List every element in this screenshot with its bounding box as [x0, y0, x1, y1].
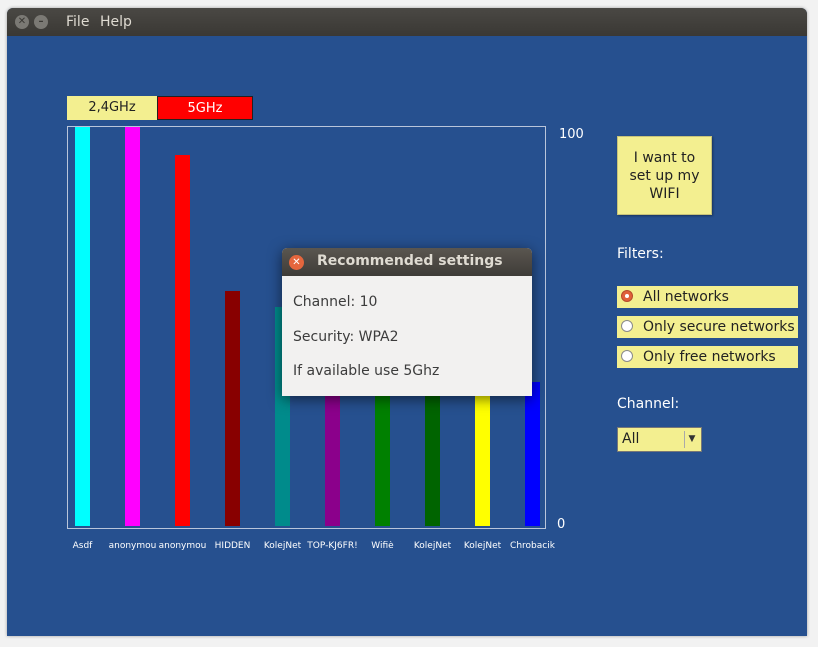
close-icon[interactable]: ✕ — [289, 255, 304, 270]
y-tick-max: 100 — [559, 127, 584, 142]
bar-1 — [75, 127, 90, 526]
radio-unselected-icon[interactable] — [621, 320, 633, 332]
menu-help[interactable]: Help — [100, 14, 132, 30]
dialog-band-text: If available use 5Ghz — [293, 363, 440, 379]
bar-3 — [175, 155, 190, 526]
channel-select[interactable]: All ▼ — [617, 427, 702, 452]
channel-label: Channel: — [617, 396, 680, 412]
title-bar: ✕ – File Help — [7, 8, 807, 36]
tab-2-4ghz[interactable]: 2,4GHz — [67, 96, 157, 120]
chevron-down-icon[interactable]: ▼ — [684, 431, 699, 448]
filter-all-networks[interactable]: All networks — [617, 286, 798, 308]
tab-5ghz[interactable]: 5GHz — [157, 96, 253, 120]
bar-4 — [225, 291, 240, 526]
dialog-security-text: Security: WPA2 — [293, 329, 399, 345]
x-tick-label: KolejNet — [413, 541, 452, 551]
x-tick-label: HIDDEN — [214, 541, 251, 551]
x-tick-label: Chrobacik — [510, 541, 555, 551]
x-tick-label: TOP-KJ6FR! — [307, 541, 358, 551]
radio-unselected-icon[interactable] — [621, 350, 633, 362]
radio-selected-icon[interactable] — [621, 290, 633, 302]
x-tick-label: anonymou — [158, 541, 207, 551]
x-tick-label: KolejNet — [463, 541, 502, 551]
dialog-channel-text: Channel: 10 — [293, 294, 378, 310]
y-tick-min: 0 — [557, 517, 566, 532]
dialog-title-bar: ✕ Recommended settings — [282, 248, 532, 276]
x-tick-label: Wifiè — [371, 541, 394, 551]
dialog-title: Recommended settings — [317, 253, 503, 269]
filters-label: Filters: — [617, 246, 664, 262]
close-window-icon[interactable]: ✕ — [15, 15, 29, 29]
setup-wifi-button[interactable]: I want to set up my WIFI — [617, 136, 712, 215]
minimize-window-icon[interactable]: – — [34, 15, 48, 29]
filter-option-label: Only free networks — [643, 349, 776, 365]
x-tick-label: Asdf — [72, 541, 93, 551]
filter-free-networks[interactable]: Only free networks — [617, 346, 798, 368]
x-tick-label: KolejNet — [263, 541, 302, 551]
bar-2 — [125, 127, 140, 526]
recommended-settings-dialog: ✕ Recommended settings Channel: 10 Secur… — [282, 248, 532, 396]
bar-10 — [525, 382, 540, 526]
menu-file[interactable]: File — [66, 14, 89, 30]
filter-option-label: All networks — [643, 289, 729, 305]
filter-option-label: Only secure networks — [643, 319, 795, 335]
filter-secure-networks[interactable]: Only secure networks — [617, 316, 798, 338]
x-tick-label: anonymou — [108, 541, 157, 551]
channel-select-value: All — [622, 431, 640, 447]
